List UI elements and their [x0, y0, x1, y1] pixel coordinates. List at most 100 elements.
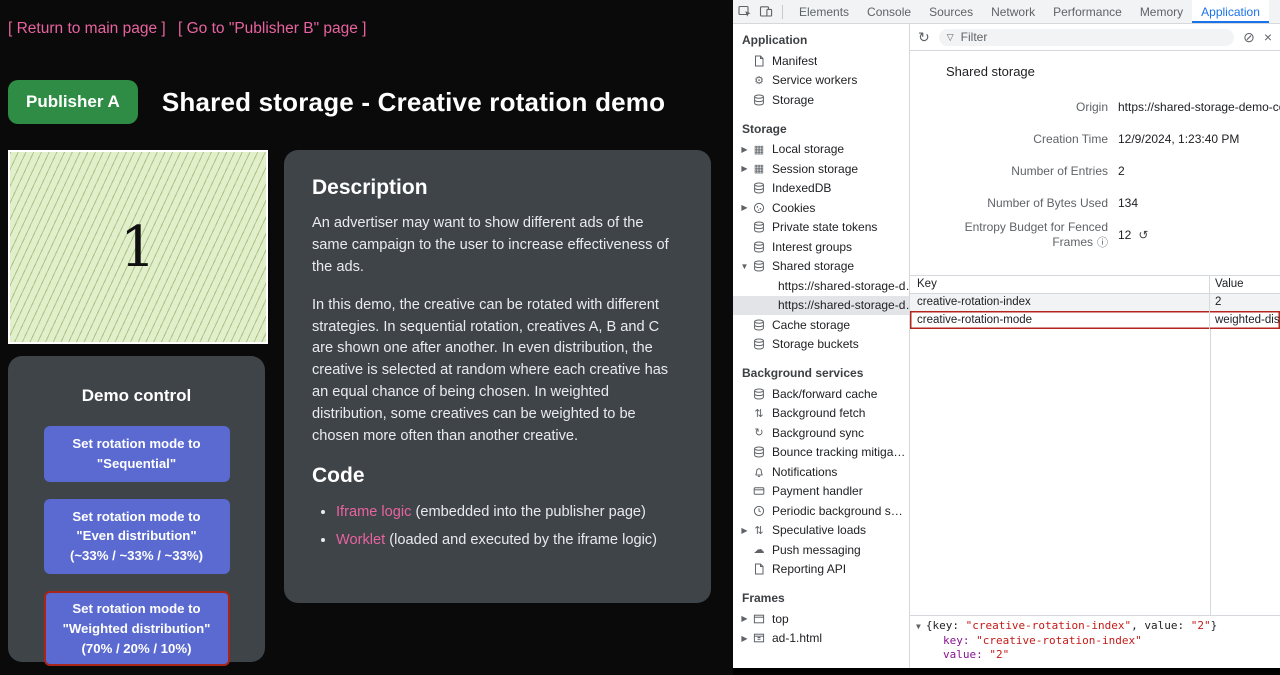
info-icon[interactable]: ⓘ — [1097, 237, 1108, 249]
description-paragraph-1: An advertiser may want to show different… — [312, 213, 683, 279]
table-body: creative-rotation-index2creative-rotatio… — [910, 294, 1280, 329]
code-heading: Code — [312, 464, 683, 488]
sidebar-item-label: Reporting API — [772, 562, 846, 576]
column-divider[interactable] — [1210, 329, 1211, 616]
sidebar-item-push-messaging[interactable]: ☁Push messaging — [733, 540, 909, 560]
sidebar-item-interest-groups[interactable]: Interest groups — [733, 237, 909, 257]
filter-box[interactable]: ▽ — [939, 29, 1234, 46]
inspect-element-icon[interactable] — [738, 5, 752, 18]
sidebar-section-background-services: Background services — [733, 363, 909, 384]
tab-elements[interactable]: Elements — [790, 0, 858, 23]
sidebar-item-label: Payment handler — [772, 484, 863, 498]
sidebar-item-https-shared-storage-d[interactable]: https://shared-storage-d… — [733, 276, 909, 296]
key-column-header[interactable]: Key — [910, 276, 1210, 293]
sidebar-item-shared-storage[interactable]: ▼Shared storage — [733, 257, 909, 277]
meta-value: 12/9/2024, 1:23:40 PM — [1118, 132, 1239, 146]
sidebar-item-cookies[interactable]: ▶Cookies — [733, 198, 909, 218]
sidebar-item-storage-buckets[interactable]: Storage buckets — [733, 335, 909, 355]
sidebar-item-indexeddb[interactable]: IndexedDB — [733, 179, 909, 199]
iframe-logic-link[interactable]: Iframe logic — [336, 504, 411, 520]
publisher-a-badge[interactable]: Publisher A — [8, 80, 138, 124]
preview-text: } — [1211, 619, 1218, 632]
sidebar-item-label: top — [772, 612, 789, 626]
cloud-icon: ☁ — [751, 543, 767, 557]
tab-application[interactable]: Application — [1192, 0, 1269, 23]
code-list: Iframe logic (embedded into the publishe… — [336, 501, 683, 551]
sidebar-item-storage[interactable]: Storage — [733, 90, 909, 110]
tab-console[interactable]: Console — [858, 0, 920, 23]
tab-sources[interactable]: Sources — [920, 0, 982, 23]
set-rotation-mode-button-even-distribution[interactable]: Set rotation mode to"Even distribution"(… — [44, 499, 230, 574]
set-rotation-mode-button-sequential[interactable]: Set rotation mode to"Sequential" — [44, 426, 230, 482]
sidebar-item-manifest[interactable]: Manifest — [733, 51, 909, 71]
button-line: Set rotation mode to — [48, 507, 226, 527]
sidebar-item-speculative-loads[interactable]: ▶⇅Speculative loads — [733, 521, 909, 541]
collapsed-triangle-icon[interactable]: ▶ — [738, 526, 751, 535]
sidebar-item-session-storage[interactable]: ▶▦Session storage — [733, 159, 909, 179]
filter-input[interactable] — [959, 29, 1226, 45]
meta-row-creation-time: Creation Time 12/9/2024, 1:23:40 PM — [910, 123, 1280, 155]
reset-budget-icon[interactable]: ↺ — [1138, 228, 1148, 242]
sidebar-item-https-shared-storage-d[interactable]: https://shared-storage-d… — [733, 296, 909, 316]
tab-performance[interactable]: Performance — [1044, 0, 1131, 23]
sidebar-item-cache-storage[interactable]: Cache storage — [733, 315, 909, 335]
sidebar-item-top[interactable]: ▶ top — [733, 609, 909, 629]
storage-view-title: Shared storage — [910, 51, 1280, 87]
collapsed-triangle-icon[interactable]: ▶ — [738, 164, 751, 173]
expanded-triangle-icon[interactable]: ▼ — [916, 622, 921, 631]
expanded-triangle-icon[interactable]: ▼ — [738, 262, 751, 271]
sidebar-item-notifications[interactable]: Notifications — [733, 462, 909, 482]
sidebar-item-label: Notifications — [772, 465, 837, 479]
sidebar-item-service-workers[interactable]: ⚙Service workers — [733, 71, 909, 91]
device-toolbar-icon[interactable] — [759, 5, 773, 18]
close-panel-icon[interactable]: × — [1264, 30, 1272, 44]
sidebar-item-label: Background fetch — [772, 406, 865, 420]
preview-line-2: key: "creative-rotation-index" — [916, 634, 1274, 649]
refresh-icon[interactable]: ↻ — [918, 30, 930, 44]
sidebar-item-periodic-background-s[interactable]: Periodic background s… — [733, 501, 909, 521]
meta-label: Origin — [910, 100, 1108, 114]
tab-network[interactable]: Network — [982, 0, 1044, 23]
collapsed-triangle-icon[interactable]: ▶ — [738, 145, 751, 154]
button-line: Set rotation mode to — [48, 434, 226, 454]
publisher-b-link[interactable]: [ Go to "Publisher B" page ] — [178, 20, 367, 37]
worklet-link[interactable]: Worklet — [336, 532, 385, 548]
meta-label: Creation Time — [910, 132, 1108, 146]
demo-control-panel: Demo control Set rotation mode to"Sequen… — [8, 356, 265, 662]
value-column-header[interactable]: Value — [1210, 276, 1280, 293]
sidebar-item-label: Manifest — [772, 54, 817, 68]
collapsed-triangle-icon[interactable]: ▶ — [738, 203, 751, 212]
sidebar-item-back-forward-cache[interactable]: Back/forward cache — [733, 384, 909, 404]
sidebar-item-local-storage[interactable]: ▶▦Local storage — [733, 140, 909, 160]
clear-icon[interactable]: ⊘ — [1243, 30, 1255, 44]
description-panel: Description An advertiser may want to sh… — [284, 150, 711, 603]
tab-memory[interactable]: Memory — [1131, 0, 1192, 23]
meta-label: Number of Bytes Used — [910, 196, 1108, 210]
sidebar-item-background-sync[interactable]: ↻Background sync — [733, 423, 909, 443]
sidebar-item-ad-1-html[interactable]: ▶ad-1.html — [733, 629, 909, 649]
collapsed-triangle-icon[interactable]: ▶ — [738, 634, 751, 643]
meta-value: 12 — [1118, 228, 1131, 242]
sidebar-item-payment-handler[interactable]: Payment handler — [733, 482, 909, 502]
demo-control-title: Demo control — [8, 386, 265, 406]
sidebar-item-reporting-api[interactable]: Reporting API — [733, 560, 909, 580]
page-title: Shared storage - Creative rotation demo — [162, 87, 665, 118]
ad-creative-iframe[interactable]: 1 — [8, 150, 268, 344]
entry-preview-pane: ▼{key: "creative-rotation-index", value:… — [910, 615, 1280, 668]
database-icon — [751, 337, 767, 351]
sidebar-item-bounce-tracking-mitiga[interactable]: Bounce tracking mitiga… — [733, 443, 909, 463]
table-row-creative-rotation-index[interactable]: creative-rotation-index2 — [910, 294, 1280, 312]
header-row: Publisher A Shared storage - Creative ro… — [8, 80, 665, 124]
return-main-link[interactable]: [ Return to main page ] — [8, 20, 166, 37]
toolbar-divider — [782, 5, 783, 19]
preview-text: value: — [1144, 619, 1190, 632]
sidebar-item-background-fetch[interactable]: ⇅Background fetch — [733, 404, 909, 424]
preview-value: "creative-rotation-index" — [976, 634, 1142, 647]
sidebar-item-private-state-tokens[interactable]: Private state tokens — [733, 218, 909, 238]
sidebar-item-label: Storage — [772, 93, 814, 107]
collapsed-triangle-icon[interactable]: ▶ — [738, 614, 751, 623]
table-row-creative-rotation-mode[interactable]: creative-rotation-modeweighted-distribut… — [910, 311, 1280, 329]
creative-number: 1 — [120, 215, 156, 280]
set-rotation-mode-button-weighted-distribution[interactable]: Set rotation mode to"Weighted distributi… — [44, 591, 230, 666]
database-icon — [751, 259, 767, 273]
